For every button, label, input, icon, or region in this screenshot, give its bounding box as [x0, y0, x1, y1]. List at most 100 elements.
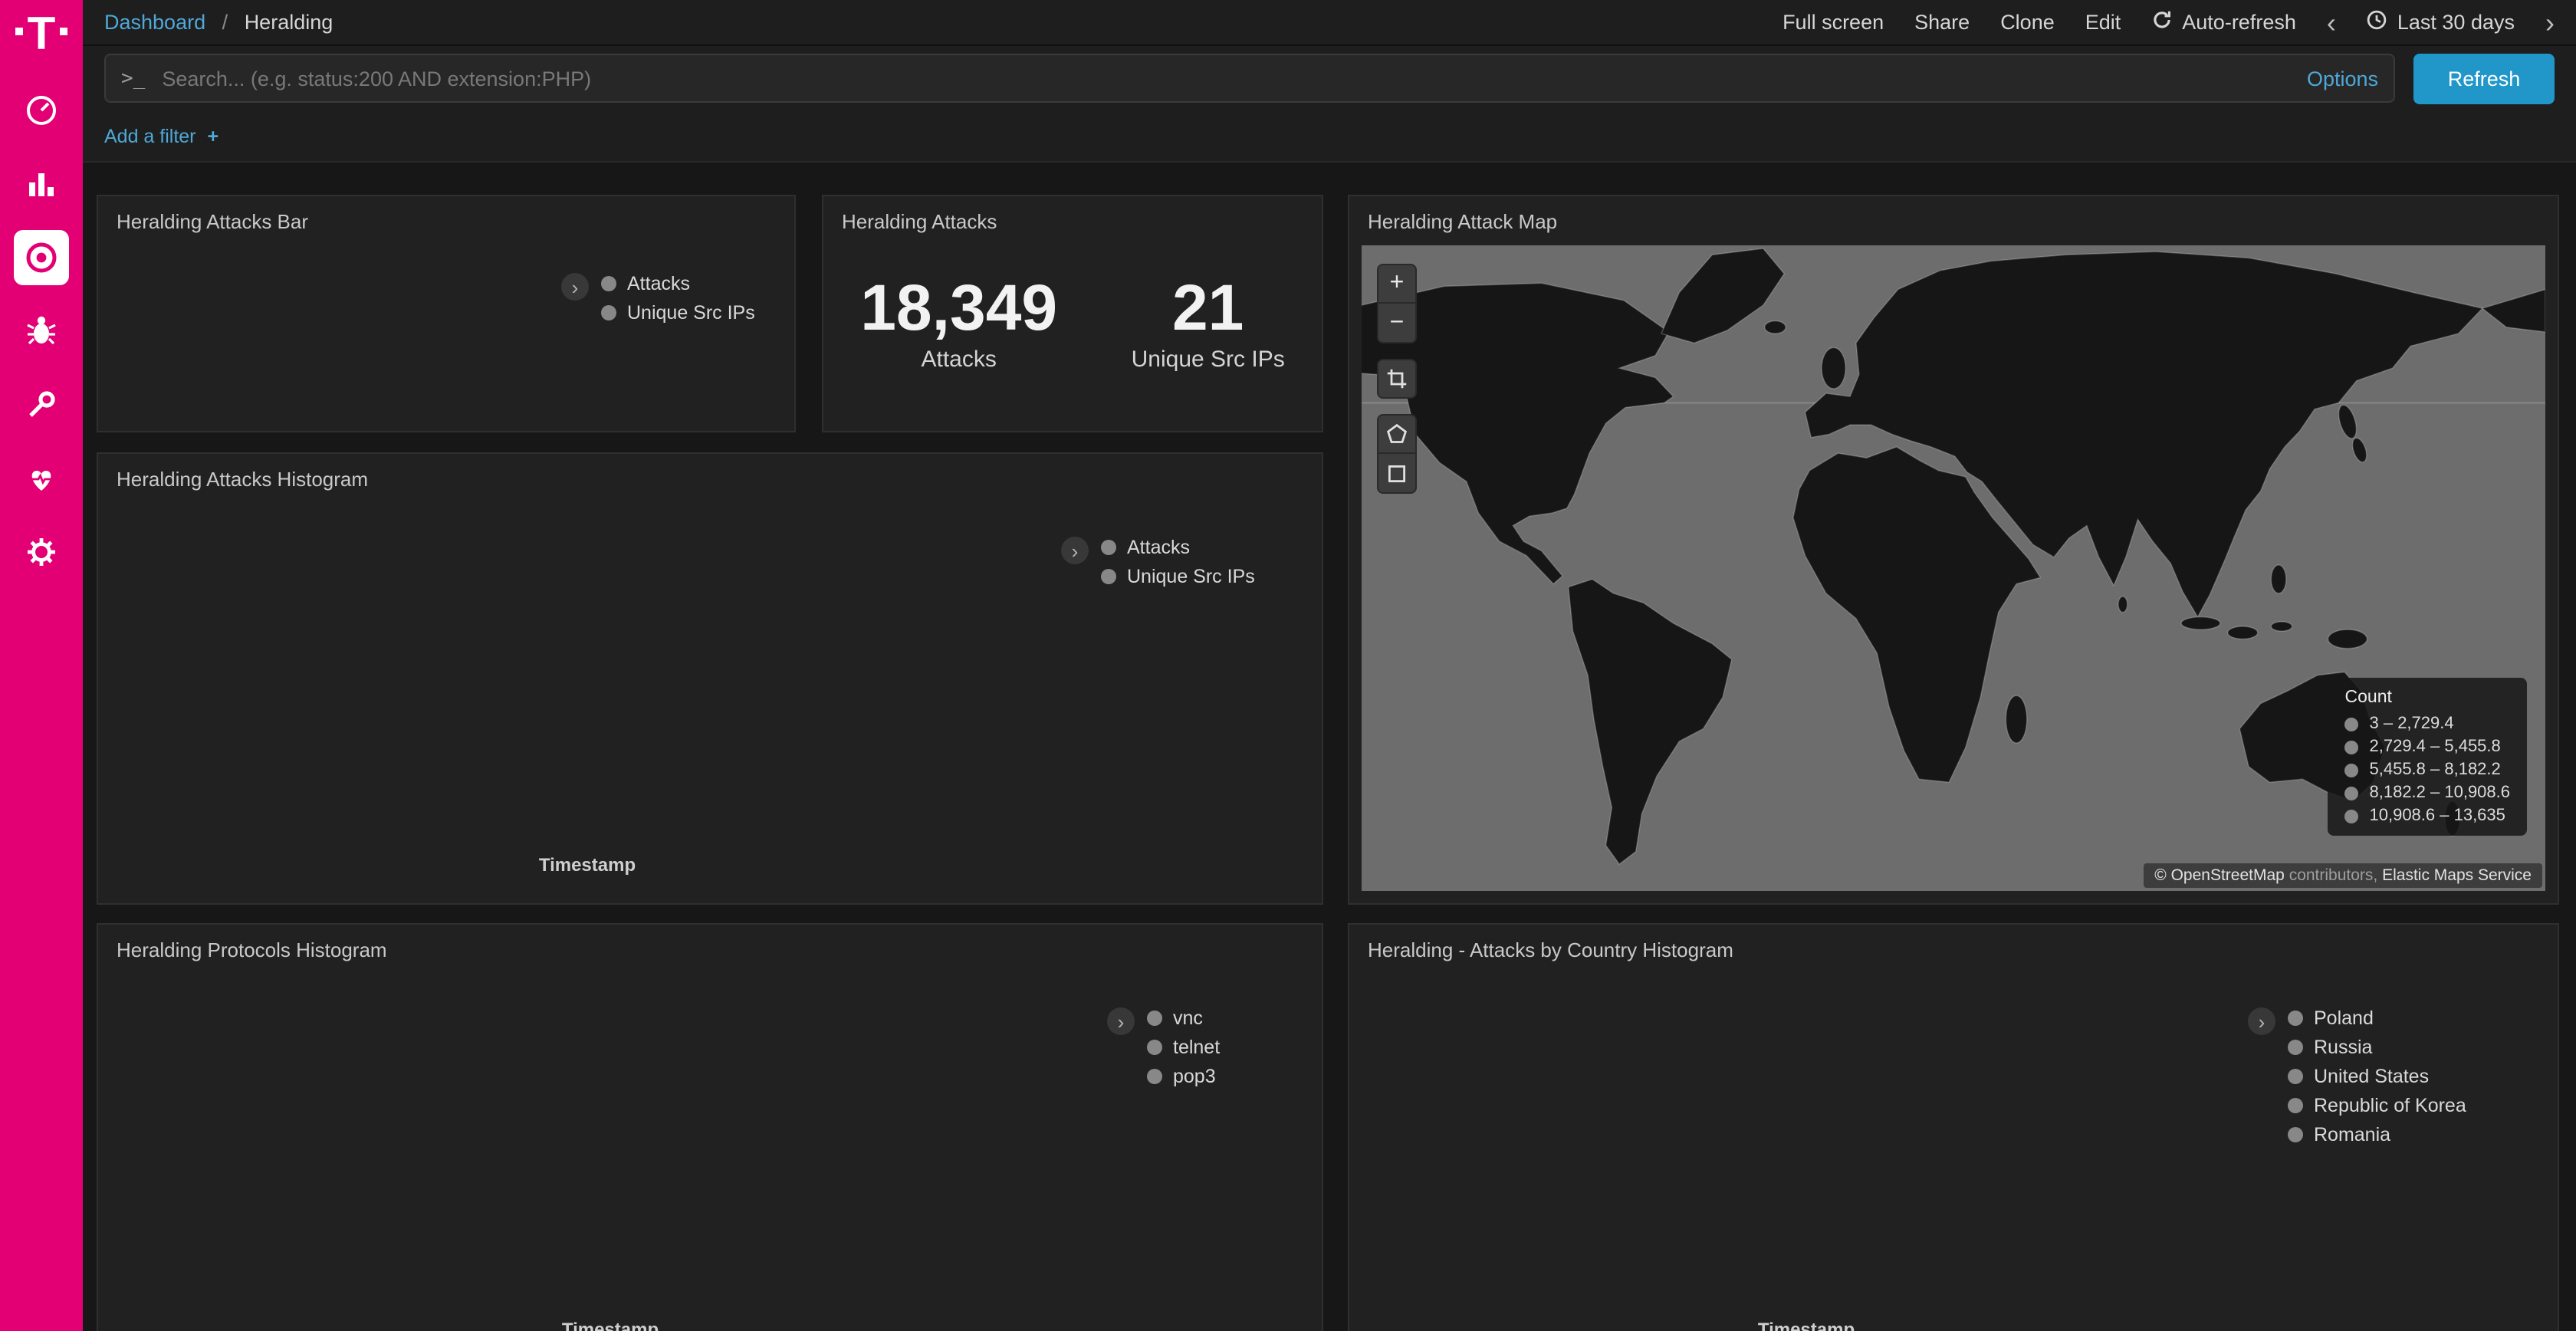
legend-toggle-icon[interactable]: ›	[561, 273, 589, 301]
metric-attacks: 18,349 Attacks	[860, 274, 1057, 373]
legend-item[interactable]: Unique Src IPs	[601, 302, 755, 324]
panel-protocols-histogram: Heralding Protocols Histogram Timestamp …	[97, 923, 1323, 1331]
sidebar-item-dashboards[interactable]	[14, 230, 69, 285]
legend-toggle-icon[interactable]: ›	[1061, 537, 1089, 564]
panel-title: Heralding Protocols Histogram	[98, 925, 1322, 968]
options-link[interactable]: Options	[2307, 67, 2378, 90]
legend-item[interactable]: Poland	[2288, 1007, 2466, 1029]
search-input[interactable]	[159, 65, 2292, 91]
panel-attacks-metric: Heralding Attacks 18,349 Attacks 21 Uniq…	[822, 195, 1323, 432]
legend-label: United States	[2314, 1066, 2429, 1087]
chart-legend: › Poland Russia United States	[2248, 1007, 2466, 1331]
map-legend-row[interactable]: 2,729.4 – 5,455.8	[2345, 738, 2511, 756]
osm-attribution[interactable]: © OpenStreetMap	[2154, 866, 2285, 885]
legend-color-dot	[1147, 1011, 1162, 1026]
map-zoom-out-button[interactable]: −	[1377, 304, 1417, 343]
map-zoom-in-button[interactable]: +	[1377, 264, 1417, 304]
map-legend-row[interactable]: 3 – 2,729.4	[2345, 715, 2511, 733]
world-map[interactable]: + − Count	[1362, 245, 2545, 891]
crop-icon	[1386, 368, 1408, 389]
fullscreen-button[interactable]: Full screen	[1783, 11, 1884, 34]
add-filter-link[interactable]: Add a filter +	[104, 125, 219, 146]
sidebar: T	[0, 0, 83, 1331]
legend-item[interactable]: telnet	[1147, 1037, 1220, 1058]
map-legend-row[interactable]: 5,455.8 – 8,182.2	[2345, 761, 2511, 779]
share-button[interactable]: Share	[1914, 11, 1970, 34]
search-row: >_ Options Refresh	[83, 46, 2576, 110]
legend-color-dot	[1101, 540, 1116, 555]
sidebar-item-tools[interactable]	[14, 377, 69, 432]
target-icon	[23, 239, 60, 276]
legend-label: Republic of Korea	[2314, 1095, 2466, 1116]
legend-color-dot	[2345, 809, 2359, 823]
metric-label: Unique Src IPs	[1132, 347, 1285, 373]
attribution-text: contributors,	[2289, 866, 2378, 885]
logo-letter: T	[28, 12, 56, 58]
protocols-histogram-chart	[113, 968, 1107, 1317]
legend-item[interactable]: United States	[2288, 1066, 2466, 1087]
ems-attribution[interactable]: Elastic Maps Service	[2382, 866, 2532, 885]
x-axis-title: Timestamp	[113, 1319, 1107, 1331]
time-range-label: Last 30 days	[2397, 11, 2515, 34]
gauge-icon	[23, 92, 60, 129]
sidebar-item-honeypots[interactable]	[14, 304, 69, 359]
map-count-legend: Count 3 – 2,729.4 2,729.4 – 5,455.8 5,45…	[2328, 678, 2528, 836]
panel-attacks-histogram: Heralding Attacks Histogram Timestamp › …	[97, 452, 1323, 905]
auto-refresh-button[interactable]: Auto-refresh	[2151, 9, 2296, 35]
map-legend-row[interactable]: 8,182.2 – 10,908.6	[2345, 784, 2511, 802]
legend-color-dot	[601, 276, 616, 291]
sidebar-item-charts[interactable]	[14, 156, 69, 212]
main-area: Dashboard / Heralding Full screen Share …	[83, 0, 2576, 1331]
breadcrumb-dashboard-link[interactable]: Dashboard	[104, 11, 205, 34]
legend-label: 2,729.4 – 5,455.8	[2370, 738, 2501, 756]
legend-color-dot	[2345, 717, 2359, 731]
telekom-logo[interactable]: T	[15, 12, 68, 83]
time-range-picker[interactable]: Last 30 days	[2367, 9, 2515, 35]
square-icon	[1386, 462, 1408, 484]
auto-refresh-label: Auto-refresh	[2182, 11, 2296, 34]
legend-item[interactable]: Attacks	[1101, 537, 1255, 558]
top-menu: Full screen Share Clone Edit Auto-refres…	[1783, 8, 2555, 36]
legend-toggle-icon[interactable]: ›	[1107, 1007, 1135, 1035]
time-forward-chevron[interactable]: ›	[2545, 8, 2555, 36]
edit-button[interactable]: Edit	[2085, 11, 2121, 34]
legend-color-dot	[2288, 1098, 2303, 1113]
sidebar-item-health[interactable]	[14, 451, 69, 506]
x-axis-title: Timestamp	[1365, 1319, 2248, 1331]
breadcrumb: Dashboard / Heralding	[104, 11, 333, 34]
legend-item[interactable]: Romania	[2288, 1124, 2466, 1145]
time-back-chevron[interactable]: ‹	[2327, 8, 2336, 36]
refresh-cycle-icon	[2151, 9, 2173, 35]
legend-label: Unique Src IPs	[1127, 566, 1255, 587]
chart-legend: › Attacks Unique Src IPs	[561, 273, 755, 324]
sidebar-item-settings[interactable]	[14, 524, 69, 580]
legend-item[interactable]: Unique Src IPs	[1101, 566, 1255, 587]
x-axis-title: Timestamp	[113, 854, 1061, 876]
attacks-bar-chart	[113, 251, 561, 380]
clone-button[interactable]: Clone	[2000, 11, 2055, 34]
legend-label: Romania	[2314, 1124, 2390, 1145]
pentagon-icon	[1386, 423, 1408, 445]
legend-color-dot	[2288, 1069, 2303, 1084]
legend-label: pop3	[1173, 1066, 1216, 1087]
refresh-button[interactable]: Refresh	[2413, 53, 2555, 104]
terminal-prompt-icon: >_	[121, 67, 145, 90]
legend-item[interactable]: pop3	[1147, 1066, 1220, 1087]
legend-label: 8,182.2 – 10,908.6	[2370, 784, 2511, 802]
map-draw-polygon-button[interactable]	[1377, 414, 1417, 454]
map-legend-title: Count	[2345, 689, 2511, 707]
legend-toggle-icon[interactable]: ›	[2248, 1007, 2275, 1035]
map-draw-rectangle-button[interactable]	[1377, 454, 1417, 494]
legend-item[interactable]: Russia	[2288, 1037, 2466, 1058]
legend-item[interactable]: Attacks	[601, 273, 755, 294]
legend-item[interactable]: vnc	[1147, 1007, 1220, 1029]
query-bar: >_ Options	[104, 54, 2395, 103]
sidebar-item-gauge[interactable]	[14, 83, 69, 138]
clock-icon	[2367, 9, 2388, 35]
legend-label: Unique Src IPs	[627, 302, 755, 324]
add-filter-label: Add a filter	[104, 125, 196, 146]
legend-item[interactable]: Republic of Korea	[2288, 1095, 2466, 1116]
map-legend-row[interactable]: 10,908.6 – 13,635	[2345, 807, 2511, 825]
country-histogram-chart	[1365, 968, 2248, 1317]
map-crop-button[interactable]	[1377, 359, 1417, 399]
